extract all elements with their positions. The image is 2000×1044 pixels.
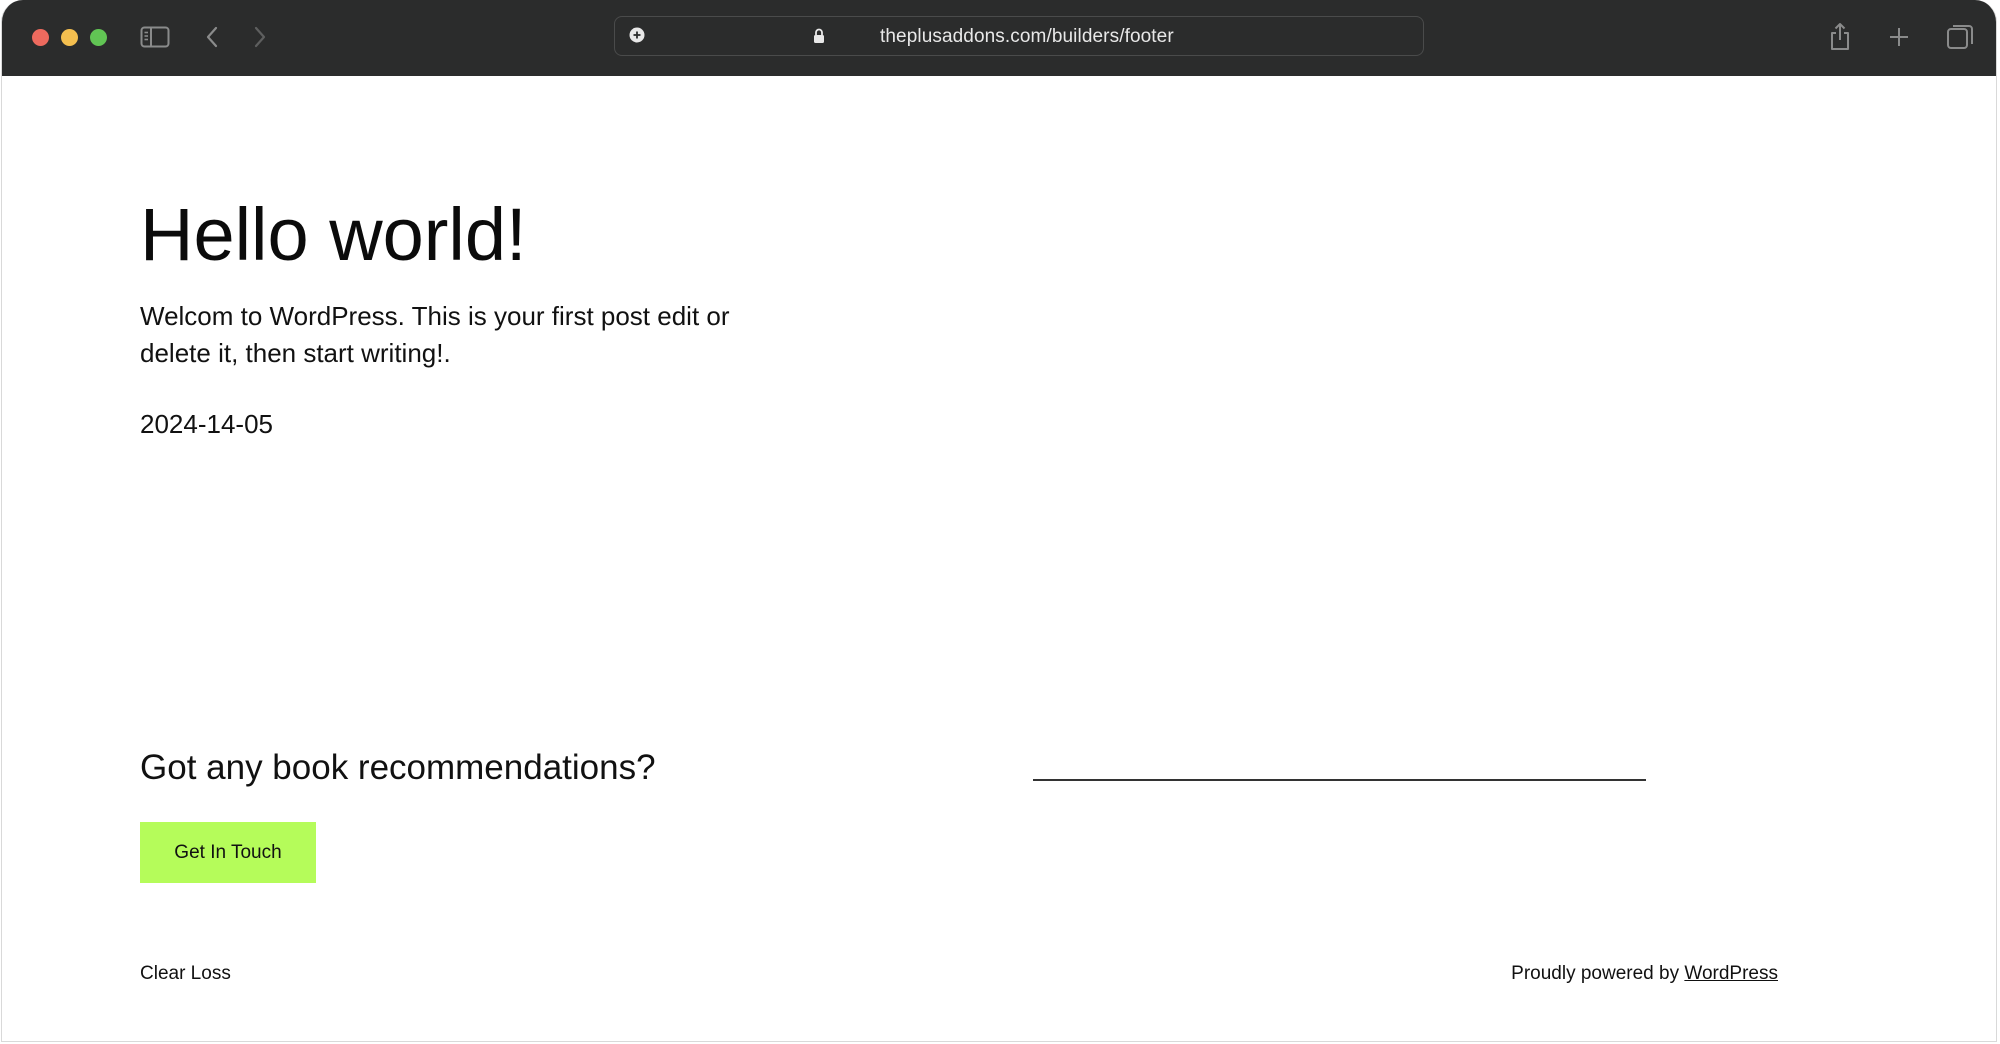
footer-credit: Proudly powered by WordPress bbox=[1511, 963, 1778, 985]
post-excerpt: Welcom to WordPress. This is your first … bbox=[140, 301, 730, 368]
credit-prefix: Proudly powered by bbox=[1511, 963, 1685, 984]
chevron-right-icon[interactable] bbox=[252, 22, 268, 52]
get-in-touch-button[interactable]: Get In Touch bbox=[140, 822, 316, 883]
url-text: theplusaddons.com/builders/footer bbox=[880, 26, 1174, 47]
plus-icon[interactable] bbox=[1888, 22, 1910, 52]
share-icon[interactable] bbox=[1829, 22, 1851, 52]
separator-line bbox=[1033, 779, 1646, 781]
chevron-left-icon[interactable] bbox=[204, 22, 220, 52]
cta-heading: Got any book recommendations? bbox=[140, 748, 656, 787]
maximize-window-button[interactable] bbox=[90, 29, 107, 46]
page-settings-icon[interactable] bbox=[629, 27, 645, 43]
page-content: Hello world! Welcom to WordPress. This i… bbox=[2, 76, 1996, 1041]
browser-titlebar: theplusaddons.com/builders/footer bbox=[2, 0, 1996, 76]
lock-icon bbox=[813, 28, 825, 49]
browser-window: theplusaddons.com/builders/footer Hello … bbox=[1, 0, 1997, 1042]
tab-overview-icon[interactable] bbox=[1946, 22, 1974, 52]
wordpress-link[interactable]: WordPress bbox=[1684, 963, 1778, 984]
sidebar-icon[interactable] bbox=[140, 22, 170, 52]
post-title[interactable]: Hello world! bbox=[140, 198, 527, 272]
address-bar[interactable]: theplusaddons.com/builders/footer bbox=[614, 16, 1424, 56]
minimize-window-button[interactable] bbox=[61, 29, 78, 46]
post-date: 2024-14-05 bbox=[140, 409, 273, 439]
footer-site-name[interactable]: Clear Loss bbox=[140, 963, 231, 985]
close-window-button[interactable] bbox=[32, 29, 49, 46]
